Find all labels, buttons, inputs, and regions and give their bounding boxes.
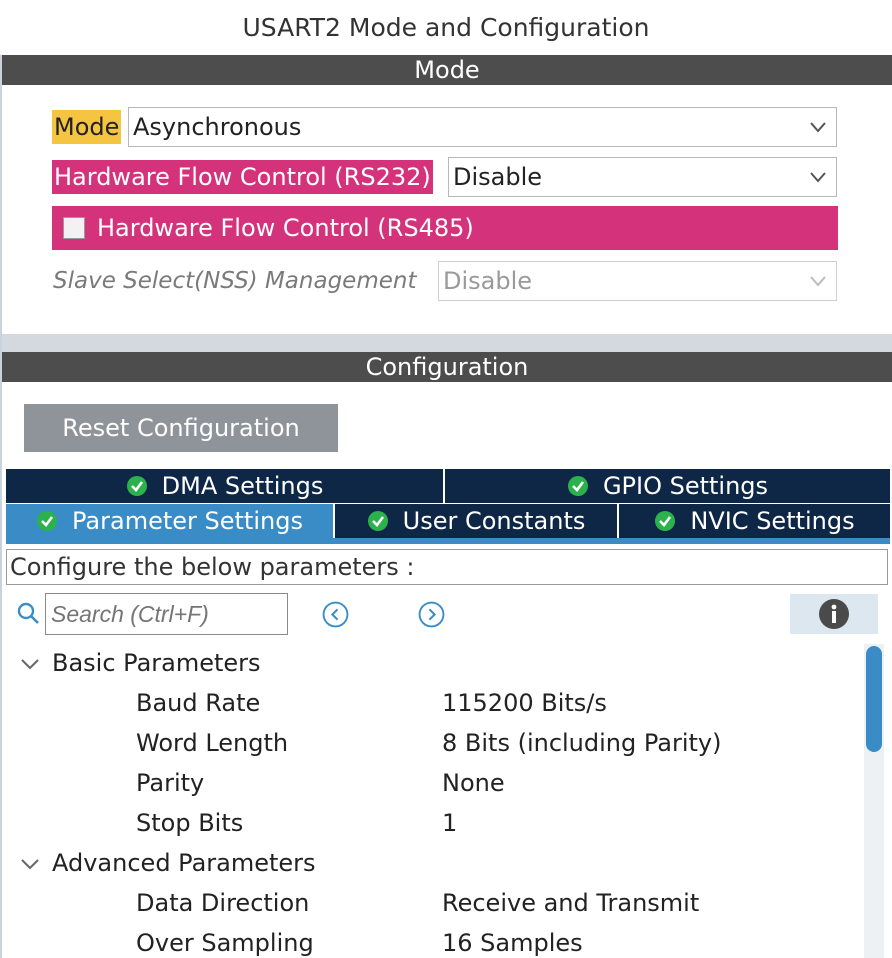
collapse-icon[interactable] [20, 657, 40, 671]
param-value[interactable]: None [442, 763, 505, 803]
collapse-icon[interactable] [20, 857, 40, 871]
param-name: Over Sampling [136, 929, 314, 957]
tab-label: User Constants [402, 507, 586, 535]
previous-icon[interactable] [322, 601, 349, 628]
param-value[interactable]: 115200 Bits/s [442, 683, 607, 723]
reset-configuration-button[interactable]: Reset Configuration [24, 404, 338, 452]
check-circle-icon [367, 511, 388, 531]
hw-flow-rs485-row[interactable]: Hardware Flow Control (RS485) [52, 206, 838, 250]
tab-label: GPIO Settings [602, 472, 769, 500]
tab-gpio-settings[interactable]: GPIO Settings [445, 469, 890, 503]
mode-select[interactable]: Asynchronous [128, 107, 837, 147]
hw-flow-rs485-label: Hardware Flow Control (RS485) [97, 214, 474, 242]
hw-flow-rs232-select[interactable]: Disable [448, 157, 837, 197]
param-name: Stop Bits [136, 809, 244, 837]
mode-section-header: Mode [2, 55, 892, 85]
window-title: USART2 Mode and Configuration [0, 0, 892, 55]
mode-select-value: Asynchronous [133, 113, 302, 141]
hw-flow-rs485-checkbox[interactable] [63, 217, 85, 239]
mode-label: Mode [52, 110, 122, 144]
tab-nvic-settings[interactable]: NVIC Settings [619, 504, 890, 538]
param-value[interactable]: Receive and Transmit [442, 883, 699, 923]
group-basic-parameters[interactable]: Basic Parameters [52, 643, 261, 683]
chevron-down-icon [810, 122, 826, 133]
hw-flow-rs232-value: Disable [453, 163, 543, 191]
check-circle-icon [655, 511, 676, 531]
tab-label: DMA Settings [161, 472, 324, 500]
param-name: Data Direction [136, 889, 310, 917]
param-name: Word Length [136, 729, 289, 757]
info-icon [819, 599, 849, 629]
scrollbar-thumb[interactable] [866, 646, 882, 752]
tab-label: Parameter Settings [72, 507, 303, 535]
search-icon[interactable] [16, 601, 40, 625]
param-value[interactable]: 16 Samples [442, 923, 583, 958]
param-name: Baud Rate [136, 689, 261, 717]
info-button[interactable] [790, 594, 878, 634]
slave-select-value: Disable [443, 267, 533, 295]
next-icon[interactable] [418, 601, 445, 628]
param-value[interactable]: 8 Bits (including Parity) [442, 723, 721, 763]
search-input[interactable] [45, 593, 288, 635]
check-circle-icon [37, 511, 58, 531]
tab-user-constants[interactable]: User Constants [335, 504, 617, 538]
tab-dma-settings[interactable]: DMA Settings [6, 469, 443, 503]
chevron-down-icon [810, 276, 826, 287]
section-divider [2, 334, 892, 352]
window-left-edge [0, 0, 2, 958]
configuration-section-header: Configuration [2, 352, 892, 382]
param-value[interactable]: 1 [442, 803, 457, 843]
instructions-text: Configure the below parameters : [6, 549, 888, 585]
chevron-down-icon [810, 172, 826, 183]
hw-flow-rs232-label: Hardware Flow Control (RS232) [52, 160, 433, 194]
group-advanced-parameters[interactable]: Advanced Parameters [52, 843, 316, 883]
check-circle-icon [567, 476, 588, 496]
tab-parameter-settings[interactable]: Parameter Settings [6, 504, 333, 538]
tab-underline [6, 538, 890, 544]
tab-label: NVIC Settings [690, 507, 855, 535]
param-name: Parity [136, 769, 205, 797]
check-circle-icon [126, 476, 147, 496]
slave-select-select: Disable [438, 261, 837, 301]
slave-select-label: Slave Select(NSS) Management [53, 268, 417, 294]
